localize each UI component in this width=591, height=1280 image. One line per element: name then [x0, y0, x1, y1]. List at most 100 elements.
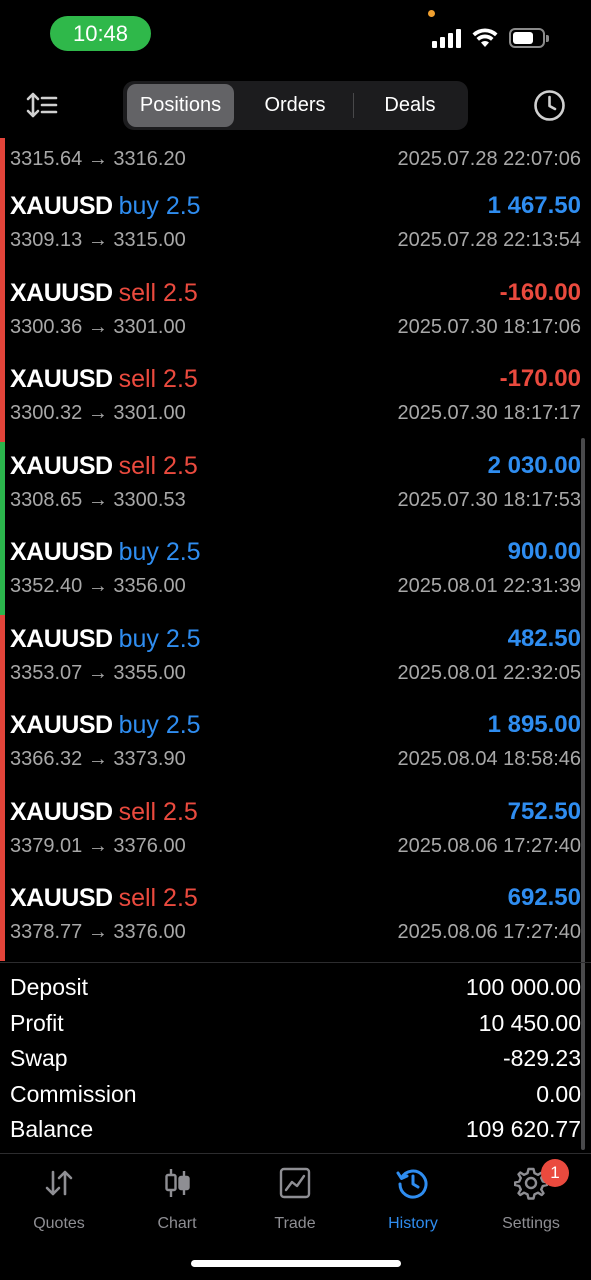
position-marker: [0, 614, 5, 701]
position-symbol: XAUUSD: [10, 365, 113, 393]
summary-row-balance: Balance 109 620.77: [0, 1112, 591, 1148]
position-marker: [0, 701, 5, 788]
position-datetime: 2025.07.30 18:17:17: [397, 402, 581, 424]
position-symbol: XAUUSD: [10, 192, 113, 220]
position-symbol: XAUUSD: [10, 711, 113, 739]
clock-history-icon[interactable]: [533, 89, 566, 122]
tab-label: Quotes: [33, 1215, 85, 1232]
home-indicator[interactable]: [191, 1260, 401, 1267]
position-profit: 1 467.50: [487, 192, 581, 219]
position-profit: 900.00: [507, 538, 581, 565]
list-item[interactable]: XAUUSD sell 2.5 752.50 3379.01 → 3376.00 …: [0, 787, 591, 874]
position-profit: 692.50: [507, 884, 581, 911]
battery-icon: [509, 28, 549, 48]
position-side: buy 2.5: [118, 538, 201, 566]
account-summary: Deposit 100 000.00 Profit 10 450.00 Swap…: [0, 970, 591, 1148]
position-prices: 3308.65 → 3300.53: [10, 488, 186, 511]
tab-positions[interactable]: Positions: [127, 84, 234, 127]
position-datetime: 2025.08.06 17:27:40: [397, 834, 581, 857]
position-side: sell 2.5: [118, 797, 198, 826]
position-marker: [0, 182, 5, 269]
position-symbol: XAUUSD: [10, 278, 113, 307]
position-side: buy 2.5: [118, 711, 201, 739]
positions-list[interactable]: 3315.64 → 3316.20 2025.07.28 22:07:06 XA…: [0, 138, 591, 961]
position-side: sell 2.5: [118, 278, 198, 307]
trade-chart-icon: [279, 1167, 311, 1199]
tab-orders[interactable]: Orders: [239, 84, 351, 127]
status-bar: 10:48: [0, 0, 591, 70]
position-marker: [0, 874, 5, 961]
position-marker: [0, 355, 5, 442]
list-item[interactable]: XAUUSD buy 2.5 1 467.50 3309.13 → 3315.00…: [0, 182, 591, 269]
list-item[interactable]: XAUUSD sell 2.5 692.50 3378.77 → 3376.00 …: [0, 874, 591, 961]
position-marker: [0, 138, 5, 182]
position-prices: 3300.32 → 3301.00: [10, 402, 186, 424]
tab-quotes[interactable]: Quotes: [0, 1166, 118, 1233]
tab-settings[interactable]: Settings: [472, 1166, 590, 1233]
position-prices: 3378.77 → 3376.00: [10, 921, 186, 943]
summary-row-commission: Commission 0.00: [0, 1077, 591, 1113]
history-clock-icon: [396, 1169, 428, 1199]
position-prices: 3309.13 → 3315.00: [10, 229, 186, 251]
position-symbol: XAUUSD: [10, 624, 113, 653]
list-item[interactable]: XAUUSD buy 2.5 900.00 3352.40 → 3356.00 2…: [0, 528, 591, 615]
tab-chart[interactable]: Chart: [118, 1166, 236, 1233]
position-symbol: XAUUSD: [10, 538, 113, 566]
position-marker: [0, 787, 5, 874]
summary-label: Commission: [10, 1080, 137, 1107]
position-datetime: 2025.08.04 18:58:46: [397, 748, 581, 770]
summary-label: Swap: [10, 1045, 68, 1071]
list-item[interactable]: 3315.64 → 3316.20 2025.07.28 22:07:06: [0, 138, 591, 182]
summary-divider: [0, 962, 591, 963]
tab-deals[interactable]: Deals: [355, 84, 465, 127]
tab-label: History: [388, 1215, 438, 1232]
view-segmented-control: Positions Orders Deals: [123, 81, 468, 130]
status-time: 10:48: [50, 16, 151, 51]
summary-row-deposit: Deposit 100 000.00: [0, 970, 591, 1006]
tab-history[interactable]: History: [354, 1166, 472, 1233]
summary-value: 109 620.77: [465, 1116, 581, 1142]
position-datetime: 2025.08.01 22:32:05: [397, 661, 581, 684]
position-side: sell 2.5: [118, 451, 198, 480]
position-profit: 482.50: [507, 624, 581, 652]
privacy-indicator-dot: [428, 10, 435, 17]
position-profit: 1 895.00: [487, 711, 581, 738]
summary-value: 100 000.00: [465, 974, 581, 1000]
position-symbol: XAUUSD: [10, 451, 113, 480]
position-side: sell 2.5: [118, 884, 198, 912]
tab-label: Trade: [274, 1215, 316, 1232]
position-prices: 3300.36 → 3301.00: [10, 315, 186, 338]
summary-value: 10 450.00: [478, 1009, 581, 1036]
segment-divider: [353, 93, 354, 118]
list-item[interactable]: XAUUSD buy 2.5 482.50 3353.07 → 3355.00 2…: [0, 614, 591, 701]
position-side: buy 2.5: [118, 192, 201, 220]
position-datetime: 2025.08.06 17:27:40: [397, 921, 581, 943]
position-prices: 3366.32 → 3373.90: [10, 748, 186, 770]
candlestick-chart-icon: [165, 1169, 190, 1197]
position-prices: 3353.07 → 3355.00: [10, 661, 186, 684]
list-item[interactable]: XAUUSD sell 2.5 2 030.00 3308.65 → 3300.5…: [0, 441, 591, 528]
position-side: buy 2.5: [118, 624, 201, 653]
position-datetime: 2025.07.28 22:07:06: [397, 148, 581, 170]
tab-trade[interactable]: Trade: [236, 1166, 354, 1233]
summary-label: Deposit: [10, 974, 88, 1000]
tab-label: Chart: [157, 1215, 197, 1232]
position-datetime: 2025.07.30 18:17:06: [397, 315, 581, 338]
cellular-signal-icon: [432, 28, 464, 48]
position-symbol: XAUUSD: [10, 797, 113, 826]
position-datetime: 2025.07.28 22:13:54: [397, 229, 581, 251]
quotes-arrows-icon: [45, 1170, 73, 1196]
settings-notification-badge: 1: [541, 1159, 569, 1187]
position-side: sell 2.5: [118, 365, 198, 393]
position-profit: 2 030.00: [487, 451, 581, 479]
sort-icon[interactable]: [26, 90, 58, 120]
list-item[interactable]: XAUUSD sell 2.5 -170.00 3300.32 → 3301.00…: [0, 355, 591, 442]
position-marker: [0, 528, 5, 615]
position-symbol: XAUUSD: [10, 884, 113, 912]
list-item[interactable]: XAUUSD buy 2.5 1 895.00 3366.32 → 3373.90…: [0, 701, 591, 788]
wifi-icon: [472, 28, 498, 47]
summary-value: -829.23: [502, 1045, 581, 1071]
list-item[interactable]: XAUUSD sell 2.5 -160.00 3300.36 → 3301.00…: [0, 268, 591, 355]
position-prices: 3352.40 → 3356.00: [10, 575, 186, 597]
summary-value: 0.00: [536, 1080, 581, 1107]
